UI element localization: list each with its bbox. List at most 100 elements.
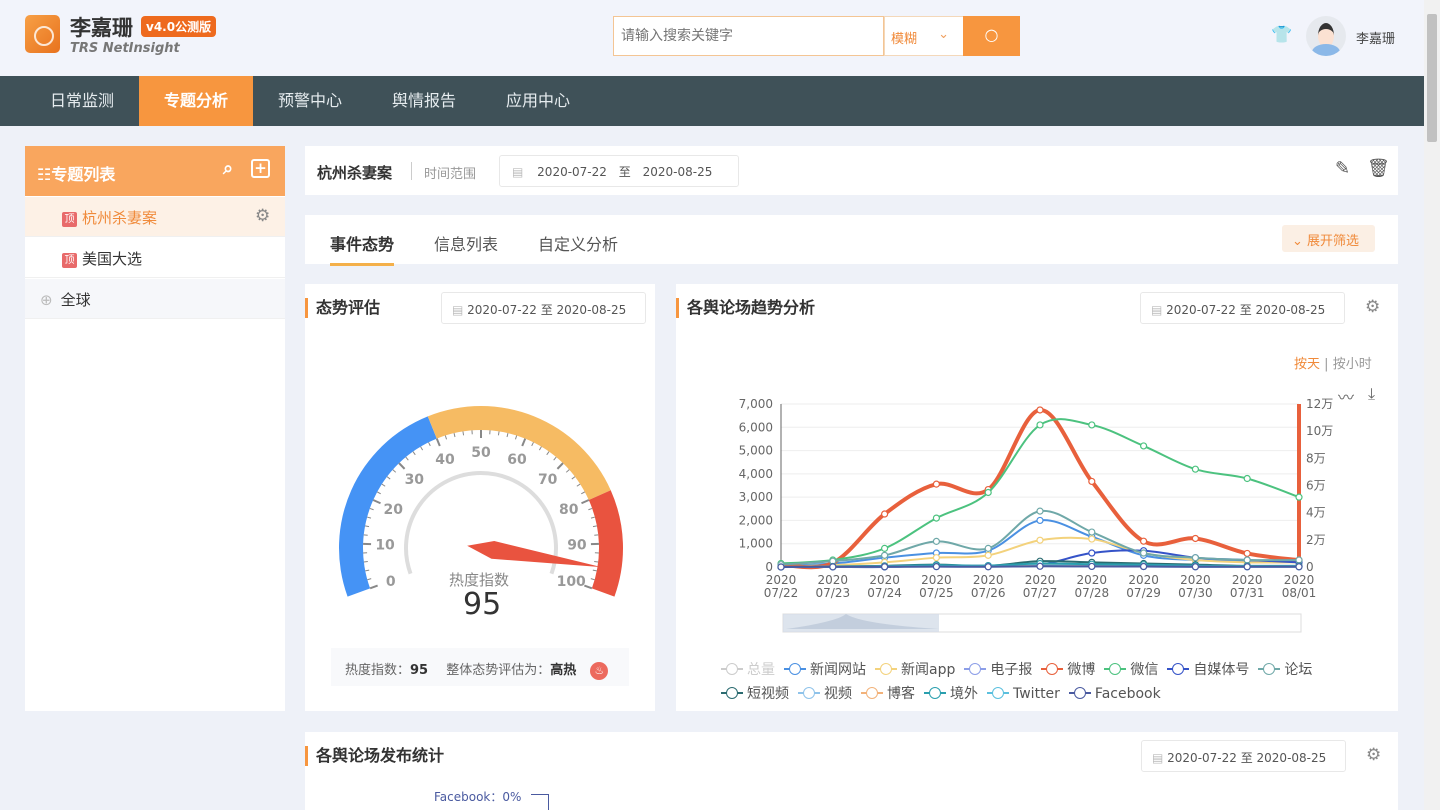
y-right-tick-label: 8万 xyxy=(1306,451,1326,465)
legend-marker-icon xyxy=(964,663,987,675)
expand-filter-button[interactable]: ⌄ 展开筛选 xyxy=(1282,225,1375,252)
gauge-tick xyxy=(592,525,598,528)
trash-icon[interactable]: 🗑 xyxy=(1367,158,1390,179)
legend-marker-icon xyxy=(987,687,1009,699)
gauge-tick xyxy=(556,462,564,470)
gauge-tick xyxy=(398,462,406,470)
gauge-tick xyxy=(381,483,386,487)
data-point xyxy=(984,551,992,559)
tab-custom-analysis[interactable]: 自定义分析 xyxy=(538,231,618,255)
date-range-picker[interactable]: ▤ 2020-07-22 至 2020-08-25 xyxy=(1141,740,1346,772)
legend-marker-icon xyxy=(721,687,743,699)
gear-icon[interactable]: ⚙ xyxy=(1366,745,1381,765)
legend-item[interactable]: 自媒体号 xyxy=(1167,658,1249,682)
expand-plus-icon[interactable]: ⊕ xyxy=(40,291,53,309)
date-range-picker[interactable]: ▤ 2020-07-22 至 2020-08-25 xyxy=(499,155,739,187)
gauge-tick xyxy=(420,446,424,451)
data-point xyxy=(881,544,889,552)
main-nav: 日常监测 专题分析 预警中心 舆情报告 应用中心 xyxy=(0,76,1424,126)
data-point xyxy=(932,554,940,562)
summary-value: 95 xyxy=(410,663,429,678)
expand-filter-label: 展开筛选 xyxy=(1307,234,1360,249)
topic-item[interactable]: 顶杭州杀妻案 ⚙ xyxy=(25,197,285,237)
nav-alert-center[interactable]: 预警中心 xyxy=(253,76,367,126)
add-topic-icon[interactable]: + xyxy=(251,159,270,178)
pin-badge: 顶 xyxy=(62,212,77,227)
legend-item[interactable]: 新闻网站 xyxy=(784,658,866,682)
avatar[interactable] xyxy=(1306,16,1346,56)
gauge-tick xyxy=(506,433,509,438)
end-date: 2020-08-25 xyxy=(642,165,713,179)
chart-legend: 总量 新闻网站 新闻app 电子报 微博 微信 自媒体号 论坛短视频 视频 博客 境外 Twitter… xyxy=(721,658,1371,706)
eval-label: 整体态势评估为： xyxy=(446,663,551,678)
legend-item[interactable]: 视频 xyxy=(798,682,852,706)
search-input[interactable] xyxy=(613,16,884,56)
legend-label: 论坛 xyxy=(1284,662,1313,678)
nav-report[interactable]: 舆情报告 xyxy=(367,76,481,126)
x-tick-label: 07/25 xyxy=(919,586,954,600)
scrollbar[interactable] xyxy=(1424,0,1440,810)
legend-marker-icon xyxy=(784,663,806,675)
legend-item[interactable]: 微信 xyxy=(1104,658,1158,682)
data-point xyxy=(1243,563,1251,571)
legend-item[interactable]: 新闻app xyxy=(875,658,955,682)
date-range-picker[interactable]: ▤ 2020-07-22 至 2020-08-25 xyxy=(441,292,646,324)
nav-topic-analysis[interactable]: 专题分析 xyxy=(139,76,253,126)
gauge-tick xyxy=(565,469,570,473)
list-icon: ☷ xyxy=(37,165,52,184)
start-date: 2020-07-22 xyxy=(537,165,607,179)
x-tick-label: 2020 xyxy=(1025,573,1056,587)
heat-summary: 热度指数：95 整体态势评估为：高热 ♨ xyxy=(331,648,629,686)
data-point xyxy=(1243,556,1251,564)
legend-marker-icon xyxy=(861,687,883,699)
legend-item[interactable]: 微博 xyxy=(1041,658,1095,682)
gauge-tick xyxy=(435,438,441,447)
legend-marker-icon xyxy=(1258,663,1281,675)
gauge-tick-label: 70 xyxy=(538,472,558,488)
gauge-tick-label: 60 xyxy=(507,452,527,468)
data-point xyxy=(1243,474,1251,483)
x-tick-label: 2020 xyxy=(973,573,1004,587)
topic-item[interactable]: 顶美国大选 xyxy=(25,238,285,278)
legend-item[interactable]: 境外 xyxy=(924,682,978,706)
data-point xyxy=(1036,562,1044,570)
legend-item[interactable]: 论坛 xyxy=(1258,658,1312,682)
legend-item[interactable]: Twitter xyxy=(987,682,1060,706)
search-icon[interactable]: ⌕ xyxy=(223,158,233,179)
nav-app-center[interactable]: 应用中心 xyxy=(481,76,595,126)
x-tick-label: 08/01 xyxy=(1282,586,1317,600)
data-point xyxy=(984,488,992,497)
tab-event-trend[interactable]: 事件态势 xyxy=(330,231,395,266)
legend-item[interactable]: 电子报 xyxy=(964,658,1032,682)
tab-bar: 事件态势 信息列表 自定义分析 ⌄ 展开筛选 xyxy=(305,215,1398,266)
search-mode-select[interactable]: 模糊 ⌄ xyxy=(884,16,964,56)
y-right-tick-label: 12万 xyxy=(1306,397,1333,411)
theme-shirt-icon[interactable]: 👕 xyxy=(1271,25,1292,45)
legend-item[interactable]: Facebook xyxy=(1068,682,1161,706)
topic-label: 美国大选 xyxy=(82,250,143,268)
legend-label: 短视频 xyxy=(747,686,789,702)
nav-daily-monitor[interactable]: 日常监测 xyxy=(25,76,139,126)
x-tick-label: 2020 xyxy=(921,573,952,587)
edit-icon[interactable]: ✎ xyxy=(1335,158,1350,179)
user-name[interactable]: 李嘉珊 xyxy=(1356,28,1395,47)
data-point xyxy=(777,563,785,571)
scrollbar-thumb[interactable] xyxy=(1427,14,1437,142)
y-left-tick-label: 2,000 xyxy=(739,513,773,527)
search-mode-value: 模糊 xyxy=(891,32,918,47)
data-point xyxy=(984,544,992,552)
data-point xyxy=(1295,563,1303,571)
y-left-tick-label: 1,000 xyxy=(739,537,773,551)
search-button[interactable]: ○ xyxy=(963,16,1020,56)
legend-item[interactable]: 短视频 xyxy=(721,682,789,706)
data-point xyxy=(1243,549,1251,558)
gauge-tick xyxy=(369,584,378,590)
legend-item[interactable]: 总量 xyxy=(721,658,775,682)
legend-label: Twitter xyxy=(1013,686,1060,702)
group-global[interactable]: ⊕ 全球 xyxy=(25,279,285,319)
tab-info-list[interactable]: 信息列表 xyxy=(434,231,498,255)
divider xyxy=(411,162,412,180)
gear-icon[interactable]: ⚙ xyxy=(255,206,270,226)
legend-item[interactable]: 博客 xyxy=(861,682,915,706)
data-point xyxy=(1036,516,1044,525)
